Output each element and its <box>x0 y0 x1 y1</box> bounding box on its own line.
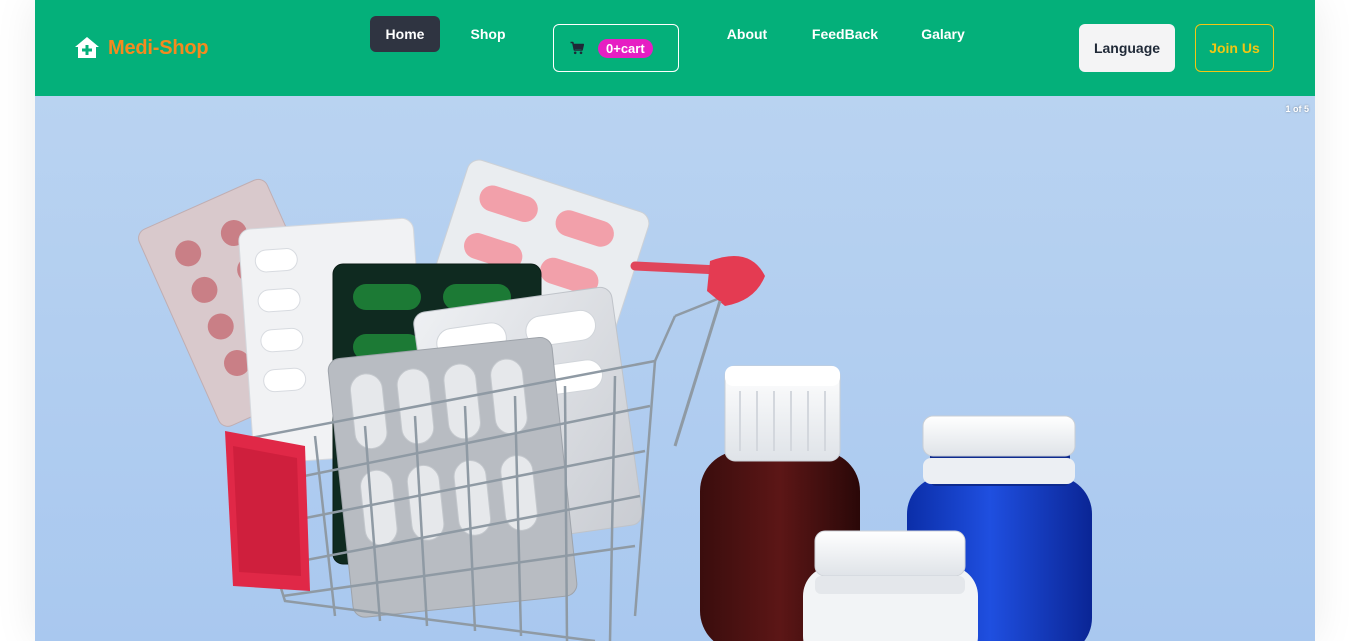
hero-carousel[interactable]: 1 of 5 <box>35 96 1315 641</box>
nav-about[interactable]: About <box>715 16 779 52</box>
join-us-button[interactable]: Join Us <box>1195 24 1274 72</box>
top-navbar: Medi-Shop Home Shop 0+cart About FeedBac… <box>35 0 1315 96</box>
nav-shop[interactable]: Shop <box>458 16 518 52</box>
cart-count-badge: 0+cart <box>598 38 653 58</box>
brand-name: Medi-Shop <box>108 36 209 59</box>
home-plus-icon <box>74 36 100 60</box>
hero-image <box>138 159 1092 641</box>
slide-counter: 1 of 5 <box>1285 104 1309 114</box>
cart-button[interactable]: 0+cart <box>553 24 679 72</box>
nav-feedback[interactable]: FeedBack <box>805 16 885 52</box>
language-button[interactable]: Language <box>1079 24 1175 72</box>
page: Medi-Shop Home Shop 0+cart About FeedBac… <box>35 0 1315 641</box>
nav-home[interactable]: Home <box>370 16 440 52</box>
shopping-cart-icon <box>570 41 585 55</box>
nav-galary[interactable]: Galary <box>911 16 975 52</box>
brand-logo-link[interactable]: Medi-Shop <box>74 36 209 60</box>
